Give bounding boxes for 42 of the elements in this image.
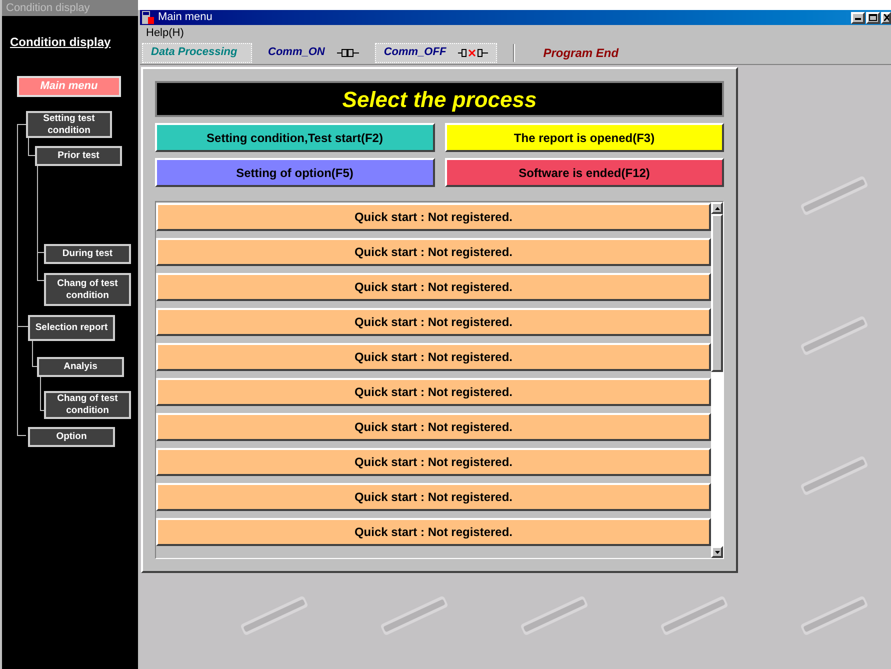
maximize-button[interactable] [866, 12, 880, 24]
quick-start-button[interactable]: Quick start : Not registered. [156, 518, 711, 546]
toolbar-button[interactable]: Comm_OFF [374, 42, 498, 62]
process-button[interactable]: Setting condition,Test start(F2) [155, 123, 434, 152]
scroll-down-button[interactable] [711, 546, 723, 558]
close-icon [884, 14, 889, 21]
minimize-icon [855, 18, 861, 20]
quick-start-button[interactable]: Quick start : Not registered. [156, 448, 711, 476]
toolbar-button[interactable]: Comm_ON [260, 42, 367, 62]
down-arrow-icon [714, 550, 720, 554]
tree-node[interactable]: Selection report [28, 315, 115, 341]
panel-title: Condition display [2, 0, 138, 16]
tree-node[interactable]: Chang of test condition [44, 273, 131, 306]
process-button[interactable]: Software is ended(F12) [444, 158, 724, 187]
minimize-button[interactable] [851, 12, 865, 24]
plug-icon [336, 48, 359, 58]
maximize-icon [869, 14, 877, 21]
up-arrow-icon [714, 206, 720, 210]
quick-start-button[interactable]: Quick start : Not registered. [156, 273, 711, 301]
quick-start-button[interactable]: Quick start : Not registered. [156, 343, 711, 371]
disconnected-plug-icon [458, 48, 488, 58]
quick-start-button[interactable]: Quick start : Not registered. [156, 378, 711, 406]
tree-node[interactable]: Chang of test condition [44, 391, 131, 419]
process-button[interactable]: Setting of option(F5) [155, 158, 434, 187]
quick-start-button[interactable]: Quick start : Not registered. [156, 203, 711, 231]
tree-node[interactable]: Prior test [35, 146, 122, 166]
tree-node[interactable]: Analyis [37, 357, 124, 377]
quick-start-button[interactable]: Quick start : Not registered. [156, 413, 711, 441]
process-title: Select the process [342, 86, 537, 114]
toolbar-button[interactable]: Program End [535, 42, 627, 62]
quick-start-button[interactable]: Quick start : Not registered. [156, 308, 711, 336]
window-title: Main menu [158, 10, 214, 26]
quick-start-button[interactable]: Quick start : Not registered. [156, 483, 711, 511]
tree-node[interactable]: During test [44, 244, 131, 264]
scroll-up-button[interactable] [711, 202, 723, 214]
quick-start-button[interactable]: Quick start : Not registered. [156, 238, 711, 266]
tree-node[interactable]: Option [28, 427, 115, 447]
tree-node[interactable]: Setting test condition [26, 111, 112, 138]
process-button[interactable]: The report is opened(F3) [444, 123, 724, 152]
panel-heading: Condition display [10, 34, 111, 51]
close-button[interactable] [881, 12, 891, 24]
menu-item[interactable]: Help(H) [146, 24, 184, 42]
